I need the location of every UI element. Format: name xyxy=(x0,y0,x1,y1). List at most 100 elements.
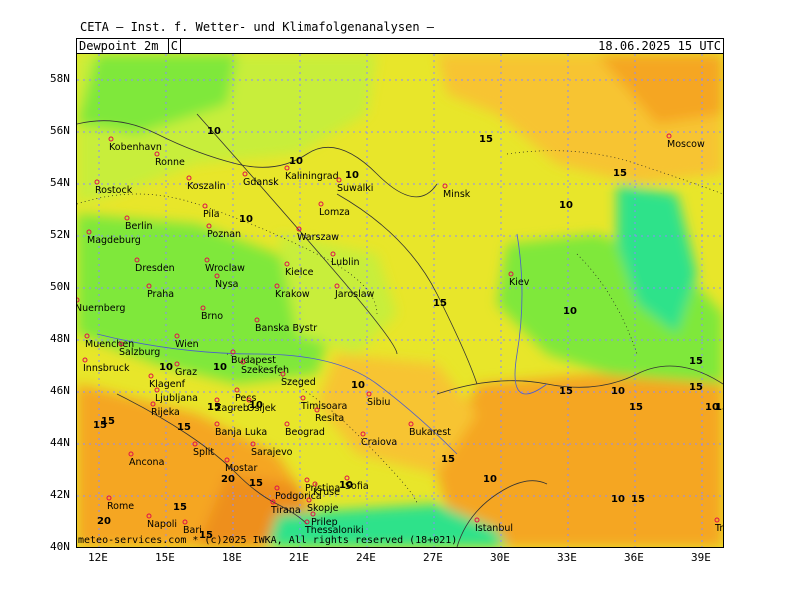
city-label: Gdansk xyxy=(243,177,279,188)
contour-value-label: 15 xyxy=(441,454,455,465)
lon-label: 12E xyxy=(88,551,108,564)
city-label: Salzburg xyxy=(119,347,160,358)
contour-value-label: 15 xyxy=(559,386,573,397)
city-label: Warszaw xyxy=(297,232,339,243)
lat-label: 50N xyxy=(50,280,70,293)
contour-value-label: 10 xyxy=(159,362,173,373)
map-frame: Kobenhavn Ronne Rostock Koszalin Gdansk Kalin… xyxy=(76,53,724,548)
contour-value-label: 10 xyxy=(207,126,221,137)
contour-value-label: 15 xyxy=(177,422,191,433)
city-label: Istanbul xyxy=(475,523,513,534)
title-bar: Dewpoint 2m C 18.06.2025 15 UTC xyxy=(76,38,724,54)
city-label: Beograd xyxy=(285,427,325,438)
contour-value-label: 15 xyxy=(249,478,263,489)
contour-value-label: 15 xyxy=(479,134,493,145)
lat-label: 46N xyxy=(50,384,70,397)
contour-value-label: 15 xyxy=(93,420,107,431)
city-label: Klagenf xyxy=(149,379,186,390)
contour-value-label: 10 xyxy=(289,156,303,167)
city-label: Kielce xyxy=(285,267,314,278)
contour-value-label: 15 xyxy=(207,402,221,413)
city-label: Craiova xyxy=(361,437,397,448)
city-label: Magdeburg xyxy=(87,235,141,246)
city-label: Nysa xyxy=(215,279,239,290)
city-label: Ancona xyxy=(129,457,164,468)
city-label: Timisoara xyxy=(300,401,347,412)
contour-value-label: 10 xyxy=(213,362,227,373)
city-label: Ljubljana xyxy=(155,393,198,404)
contour-value-label: 10 xyxy=(611,494,625,505)
field-title: Dewpoint 2m C xyxy=(79,38,181,54)
lat-label: 48N xyxy=(50,332,70,345)
city-label: Lublin xyxy=(331,257,359,268)
city-label: Rijeka xyxy=(151,407,180,418)
lon-label: 30E xyxy=(490,551,510,564)
city-label: Poznan xyxy=(207,229,241,240)
city-label: Split xyxy=(193,447,214,458)
city-label: Banska Bystr xyxy=(255,323,317,334)
contour-value-label: 10 xyxy=(249,400,263,411)
city-label: Kobenhavn xyxy=(109,142,162,153)
contour-value-label: 10 xyxy=(611,386,625,397)
city-label: Innsbruck xyxy=(83,363,130,374)
city-label: Graz xyxy=(175,367,197,378)
city-label: Minsk xyxy=(443,189,471,200)
city-label: Mostar xyxy=(225,463,258,474)
city-label: Kiev xyxy=(509,277,530,288)
city-label: Sibiu xyxy=(367,397,390,408)
valid-time: 18.06.2025 15 UTC xyxy=(598,39,721,53)
city-label: Jaroslaw xyxy=(334,289,375,300)
lon-label: 39E xyxy=(691,551,711,564)
city-label: Kruse xyxy=(313,487,340,498)
city-label: Lomza xyxy=(319,207,350,218)
lat-label: 52N xyxy=(50,228,70,241)
lat-label: 54N xyxy=(50,176,70,189)
contour-value-label: 10 xyxy=(563,306,577,317)
city-label: Banja Luka xyxy=(215,427,267,438)
contour-value-label: 15 xyxy=(689,356,703,367)
lat-label: 42N xyxy=(50,488,70,501)
city-label: Napoli xyxy=(147,519,177,530)
city-label: Szeged xyxy=(281,377,316,388)
contour-value-label: 15 xyxy=(613,168,627,179)
contour-value-label: 20 xyxy=(221,474,235,485)
city-label: Ronne xyxy=(155,157,185,168)
city-label: Kaliningrad xyxy=(285,171,339,182)
city-label: Pila xyxy=(203,209,220,220)
lon-label: 18E xyxy=(222,551,242,564)
city-label: Wroclaw xyxy=(205,263,245,274)
city-label: Trabzon xyxy=(714,523,723,534)
copyright-footer: meteo-services.com * (c)2025 IWKA, All r… xyxy=(78,535,458,546)
field-name: Dewpoint 2m xyxy=(79,39,159,53)
dewpoint-map: Kobenhavn Ronne Rostock Koszalin Gdansk Kalin… xyxy=(77,54,723,547)
contour-value-label: 10 xyxy=(559,200,573,211)
city-label: Rome xyxy=(107,501,134,512)
city-label: Koszalin xyxy=(187,181,226,192)
zone-blacksea xyxy=(437,374,723,547)
contour-value-label: 10 xyxy=(339,480,353,491)
city-label: Bukarest xyxy=(409,427,451,438)
lat-label: 56N xyxy=(50,124,70,137)
city-label: Resita xyxy=(315,413,344,424)
lon-label: 36E xyxy=(624,551,644,564)
city-label: Wien xyxy=(175,339,199,350)
lat-label: 40N xyxy=(50,540,70,553)
contour-value-label: 10 xyxy=(351,380,365,391)
lat-label: 58N xyxy=(50,72,70,85)
contour-value-label: 15 xyxy=(173,502,187,513)
lon-label: 24E xyxy=(356,551,376,564)
unit-box: C xyxy=(167,38,181,54)
contour-value-label: 15 xyxy=(433,298,447,309)
city-label: Suwalki xyxy=(337,183,373,194)
institute-header: CETA — Inst. f. Wetter- und Klimafolgena… xyxy=(80,20,435,34)
city-label: Berlin xyxy=(125,221,153,232)
city-label: Szekesfeh xyxy=(241,365,289,376)
contour-value-label: 15 xyxy=(629,402,643,413)
lat-label: 44N xyxy=(50,436,70,449)
city-label: Dresden xyxy=(135,263,175,274)
contour-value-label: 10 xyxy=(345,170,359,181)
city-label: Rostock xyxy=(95,185,133,196)
contour-value-label: 10 xyxy=(483,474,497,485)
city-label: Tirana xyxy=(270,505,301,516)
city-label: Krakow xyxy=(275,289,310,300)
